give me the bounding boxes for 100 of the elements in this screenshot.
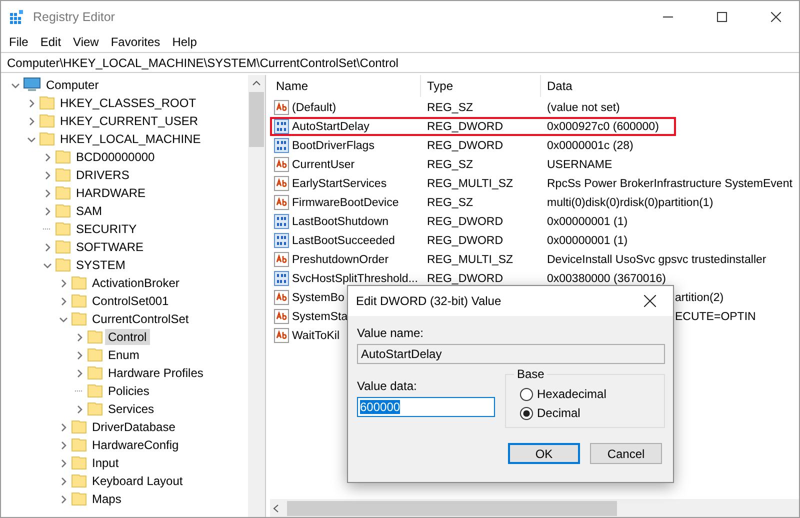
tree-item[interactable]: Policies [105, 383, 152, 399]
menu-item[interactable]: View [67, 34, 105, 48]
chevron-down-icon[interactable] [10, 80, 20, 90]
value-name: EarlyStartServices [292, 178, 387, 190]
vertical-scrollbar[interactable] [248, 75, 265, 517]
tree-item[interactable]: SAM [73, 203, 106, 219]
binary-value-icon [274, 119, 289, 134]
value-name: WaitToKil [292, 330, 340, 342]
tree-item[interactable]: Enum [105, 347, 142, 363]
menu-item[interactable]: Edit [34, 34, 68, 48]
binary-value-icon [274, 138, 289, 153]
tree-item[interactable]: SOFTWARE [73, 239, 147, 255]
group-title: Base [514, 367, 548, 381]
close-icon[interactable] [771, 12, 781, 22]
scroll-up-icon[interactable] [252, 79, 261, 88]
value-data: (value not set) [547, 102, 620, 114]
tree-item[interactable]: ActivationBroker [89, 275, 182, 291]
radio-label[interactable]: Decimal [537, 406, 580, 420]
value-name: FirmwareBootDevice [292, 196, 399, 208]
value-data: artition(2) [675, 292, 724, 304]
value-name: BootDriverFlags [292, 140, 374, 152]
string-value-icon [274, 176, 289, 191]
value-name: SystemBo [292, 292, 344, 304]
binary-value-icon [274, 233, 289, 248]
string-value-icon [274, 328, 289, 343]
tree-item[interactable]: HardwareConfig [89, 437, 182, 453]
folder-icon [71, 473, 87, 489]
tree-item[interactable]: SECURITY [73, 221, 140, 237]
value-name: SvcHostSplitThreshold... [292, 272, 418, 284]
chevron-down-icon[interactable] [42, 260, 52, 270]
maximize-icon[interactable] [717, 12, 727, 22]
dialog-title: Edit DWORD (32-bit) Value [356, 294, 502, 308]
value-name: LastBootSucceeded [292, 234, 395, 246]
tree-item[interactable]: DriverDatabase [89, 419, 178, 435]
chevron-down-icon[interactable] [26, 134, 36, 144]
folder-icon [87, 329, 103, 345]
radio-button[interactable] [520, 406, 533, 420]
dialog-button[interactable]: Cancel [590, 443, 662, 464]
folder-icon [55, 167, 71, 183]
address-bar[interactable]: Computer\HKEY_LOCAL_MACHINE\SYSTEM\CurrentControlSet\Control [1, 52, 799, 73]
value-data: 0x00000001 (1) [547, 216, 628, 228]
folder-icon [87, 347, 103, 363]
binary-value-icon [274, 271, 289, 286]
tree-item[interactable]: Services [105, 401, 158, 417]
value-name: (Default) [292, 102, 336, 114]
column-header[interactable]: Name [270, 75, 421, 97]
dialog-button[interactable]: OK [508, 443, 580, 464]
value-type: REG_DWORD [427, 234, 504, 246]
value-type: REG_DWORD [427, 140, 504, 152]
value-data-field[interactable]: 600000 [357, 397, 495, 417]
folder-icon [55, 149, 71, 165]
value-type: REG_MULTI_SZ [427, 178, 514, 190]
folder-icon [39, 95, 55, 111]
value-data: ECUTE=OPTIN [675, 310, 756, 322]
field-label: Value data: [357, 379, 418, 393]
tree-item[interactable]: HKEY_LOCAL_MACHINE [57, 131, 204, 147]
chevron-down-icon[interactable] [58, 314, 68, 324]
column-header[interactable]: Type [421, 75, 541, 97]
tree-item[interactable]: HARDWARE [73, 185, 149, 201]
value-data: 0x00000001 (1) [547, 234, 628, 246]
menu-item[interactable]: Favorites [104, 34, 166, 48]
window-title: Registry Editor [33, 10, 116, 24]
tree-item[interactable]: ControlSet001 [89, 293, 172, 309]
tree-item[interactable]: BCD00000000 [73, 149, 158, 165]
folder-icon [87, 365, 103, 381]
value-data: RpcSs Power BrokerInfrastructure SystemEvent [547, 178, 792, 190]
column-header[interactable]: Data [541, 75, 799, 97]
value-type: REG_SZ [427, 196, 474, 208]
tree-item[interactable]: Control [105, 329, 150, 345]
folder-icon [71, 455, 87, 471]
radio-label[interactable]: Hexadecimal [537, 387, 606, 401]
horizontal-scrollbar[interactable] [270, 499, 799, 517]
tree-connector-icon [75, 390, 83, 392]
tree-item[interactable]: CurrentControlSet [89, 311, 192, 327]
close-icon[interactable] [644, 295, 656, 307]
value-name: PreshutdownOrder [292, 254, 389, 266]
scroll-thumb[interactable] [287, 500, 617, 516]
tree-item[interactable]: SYSTEM [73, 257, 128, 273]
tree-item[interactable]: HKEY_CLASSES_ROOT [57, 95, 200, 111]
tree-item[interactable]: Keyboard Layout [89, 473, 186, 489]
folder-icon [39, 113, 55, 129]
tree-item[interactable]: HKEY_CURRENT_USER [57, 113, 202, 129]
tree-item[interactable]: Computer [43, 77, 102, 93]
menu-item[interactable]: Help [166, 34, 203, 48]
value-name: AutoStartDelay [292, 120, 370, 132]
menu-item[interactable]: File [3, 34, 34, 48]
value-type: REG_DWORD [427, 120, 504, 132]
tree-item[interactable]: DRIVERS [73, 167, 132, 183]
value-name-field[interactable]: AutoStartDelay [357, 344, 665, 364]
value-data: USERNAME [547, 158, 612, 170]
tree-item[interactable]: Maps [89, 491, 124, 507]
scroll-thumb[interactable] [249, 92, 264, 147]
value-type: REG_SZ [427, 102, 474, 114]
tree-item[interactable]: Input [89, 455, 122, 471]
value-name: CurrentUser [292, 158, 355, 170]
chevron-right-icon[interactable] [42, 242, 52, 252]
value-name: LastBootShutdown [292, 216, 389, 228]
tree-item[interactable]: Hardware Profiles [105, 365, 206, 381]
radio-button[interactable] [520, 388, 533, 400]
highlighted-row[interactable]: AutoStartDelay REG_DWORD 0x000927c0 (600000) [270, 117, 676, 136]
